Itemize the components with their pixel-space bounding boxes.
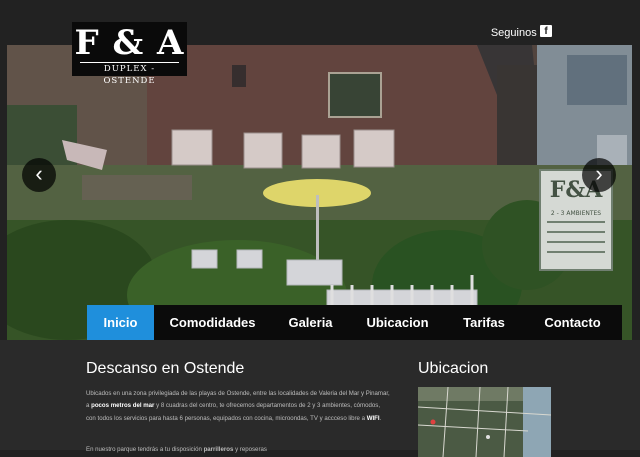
hero-slider: F&A 2 - 3 AMBIENTES: [7, 45, 632, 340]
nav-item-comodidades[interactable]: Comodidades: [154, 305, 271, 340]
location-map[interactable]: [418, 387, 551, 457]
logo-mark: F & A: [74, 23, 185, 63]
facebook-icon[interactable]: f: [540, 25, 552, 37]
brand-logo[interactable]: F & A DUPLEX - OSTENDE: [72, 22, 187, 86]
second-paragraph: En nuestro parque tendrás a tu disposici…: [86, 446, 267, 453]
nav-item-ubicacion[interactable]: Ubicacion: [350, 305, 445, 340]
location-title: Ubicacion: [418, 360, 489, 377]
slider-prev-button[interactable]: ‹: [22, 158, 56, 192]
map-image: [418, 387, 551, 457]
slider-next-button[interactable]: ›: [582, 158, 616, 192]
nav-item-contacto[interactable]: Contacto: [523, 305, 622, 340]
intro-paragraph: Ubicados en una zona privilegiada de las…: [86, 390, 390, 422]
logo-subtitle: DUPLEX - OSTENDE: [80, 62, 179, 87]
hero-photo: F&A 2 - 3 AMBIENTES: [7, 45, 632, 340]
nav-item-galeria[interactable]: Galeria: [271, 305, 350, 340]
nav-item-tarifas[interactable]: Tarifas: [445, 305, 523, 340]
section-title: Descanso en Ostende: [86, 360, 245, 377]
main-nav: Inicio Comodidades Galeria Ubicacion Tar…: [87, 305, 622, 340]
nav-item-inicio[interactable]: Inicio: [87, 305, 154, 340]
